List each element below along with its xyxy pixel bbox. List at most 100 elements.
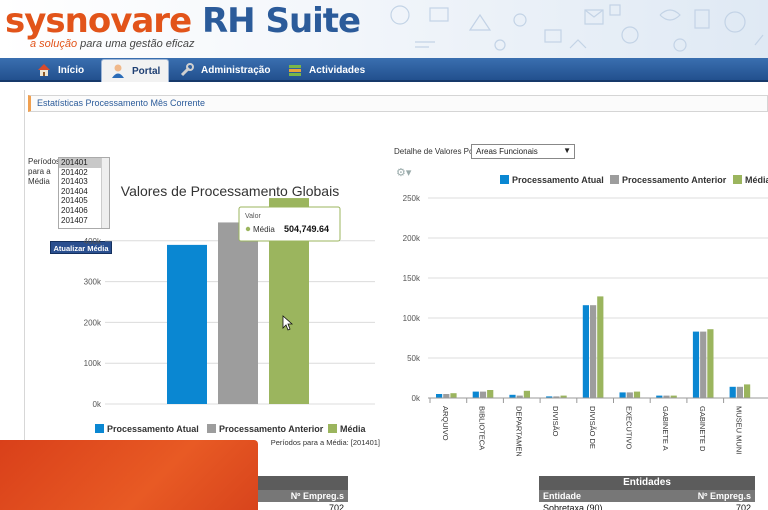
y-tick-label: 400k (84, 237, 102, 246)
legend-label: Processamento Anterior (219, 424, 324, 434)
legend-swatch (610, 175, 619, 184)
tagline-rest: para uma gestão eficaz (77, 38, 195, 50)
employees-table-left: Nº Empreg.s 702 (258, 476, 348, 510)
nav-item-administracao[interactable]: Administração (179, 58, 270, 82)
chart-title: Valores de Processamento Globais (121, 183, 339, 199)
chevron-down-icon: ▼ (563, 146, 571, 155)
bar (744, 384, 751, 398)
nav-label-inicio: Início (58, 64, 85, 76)
legend-label: Processamento Anterior (622, 175, 727, 185)
legend-label: Média (340, 424, 367, 434)
y-tick-label: 200k (84, 318, 102, 327)
entities-col-entity: Entidade (543, 491, 582, 501)
tooltip-value: 504,749.64 (284, 224, 329, 234)
tooltip-header: Valor (245, 213, 261, 220)
bar (218, 222, 258, 404)
app-header: sysnovare RH Suite a solução para uma ge… (0, 0, 768, 58)
legend-swatch (207, 424, 216, 433)
table-left-header: Nº Empreg.s (258, 490, 348, 502)
x-tick-label: DIVISÃO DE (588, 406, 597, 449)
global-values-chart: Valores de Processamento Globais 0k 100k 20… (84, 183, 380, 447)
periods-label: Períodos para a Média (28, 157, 60, 187)
periods-label-line: Média (28, 177, 50, 186)
main-nav: Início Portal Administração Actividades (0, 58, 768, 82)
nav-label-actividades: Actividades (309, 64, 366, 76)
detail-select[interactable]: Areas Funcionais ▼ (471, 144, 575, 159)
bar (436, 394, 443, 398)
nav-item-inicio[interactable]: Início (36, 58, 84, 82)
x-tick-label: EXECUTIVO (625, 406, 634, 450)
nav-item-portal[interactable]: Portal (101, 59, 170, 82)
bar (590, 305, 597, 398)
y-tick-label: 250k (403, 194, 421, 203)
bar (707, 329, 714, 398)
bar (626, 392, 633, 398)
detail-label: Detalhe de Valores Por (394, 147, 477, 156)
bar (692, 331, 700, 398)
bar (472, 391, 479, 398)
tooltip-marker (245, 226, 251, 232)
table-left-title (258, 476, 348, 490)
orange-overlay (0, 440, 258, 510)
nav-item-actividades[interactable]: Actividades (287, 58, 365, 82)
entity-name: Sobretaxa (90) (543, 503, 603, 510)
y-tick-label: 300k (84, 278, 102, 287)
logo: sysnovare RH Suite (5, 1, 361, 41)
x-tick-label: BIBLIOTECA (478, 406, 487, 450)
legend-swatch (328, 424, 337, 433)
table-row: 702 (258, 502, 348, 510)
y-tick-label: 50k (407, 354, 421, 363)
home-icon (38, 64, 50, 76)
y-tick-label: 0k (93, 400, 102, 409)
bar (443, 394, 450, 398)
y-tick-label: 100k (403, 314, 421, 323)
entities-table: Entidades Entidade Nº Empreg.s Sobretaxa… (539, 476, 755, 510)
legend-swatch (733, 175, 742, 184)
logo-part2: RH Suite (191, 1, 361, 41)
detail-select-value: Areas Funcionais (476, 147, 538, 156)
legend-swatch (500, 175, 509, 184)
chart-footnote: Períodos para a Média: [201401] (271, 438, 380, 447)
logo-part1: sysnovare (5, 1, 192, 41)
bar (597, 296, 604, 398)
periods-label-line: Períodos (28, 157, 61, 166)
bar (736, 386, 743, 398)
x-tick-label: GABINETE D (698, 406, 707, 452)
entities-table-title: Entidades (539, 476, 755, 490)
legend-label: Média (745, 175, 768, 185)
table-left-col-header: Nº Empreg.s (290, 491, 344, 501)
x-tick-label: DIVISÃO (551, 406, 560, 437)
bar (582, 305, 589, 398)
y-tick-label: 150k (403, 274, 421, 283)
x-tick-label: GABINETE A (661, 406, 670, 451)
legend-label: Processamento Atual (107, 424, 199, 434)
x-tick-label: DEPARTAMEN (514, 406, 523, 456)
x-tick-label: ARQUIVO (441, 406, 450, 441)
y-tick-label: 0k (412, 394, 421, 403)
y-tick-label: 100k (84, 359, 102, 368)
tooltip-series: Média (253, 225, 275, 234)
bar (487, 390, 494, 398)
legend-swatch (95, 424, 104, 433)
activities-icon (289, 65, 301, 76)
bar (479, 391, 487, 398)
panel-title: Estatísticas Processamento Mês Corrente (28, 95, 768, 112)
bar (619, 392, 626, 398)
bar (729, 386, 736, 398)
entities-col-employees: Nº Empreg.s (697, 491, 751, 501)
table-row: Sobretaxa (90) 702 (539, 502, 755, 510)
tagline: a solução para uma gestão eficaz (30, 38, 195, 50)
bar (450, 393, 457, 398)
legend-label: Processamento Atual (512, 175, 604, 185)
header-decoration (390, 4, 764, 52)
nav-label-portal: Portal (132, 65, 161, 77)
nav-label-administracao: Administração (201, 64, 271, 76)
wrench-icon (180, 63, 194, 77)
tagline-highlight: a solução (30, 38, 78, 50)
table-left-value: 702 (328, 503, 344, 510)
bar (523, 390, 530, 398)
entities-table-header: Entidade Nº Empreg.s (539, 490, 755, 502)
y-tick-label: 200k (403, 234, 421, 243)
user-icon (112, 64, 124, 78)
x-tick-label: MUSEU MUNI (735, 406, 744, 454)
